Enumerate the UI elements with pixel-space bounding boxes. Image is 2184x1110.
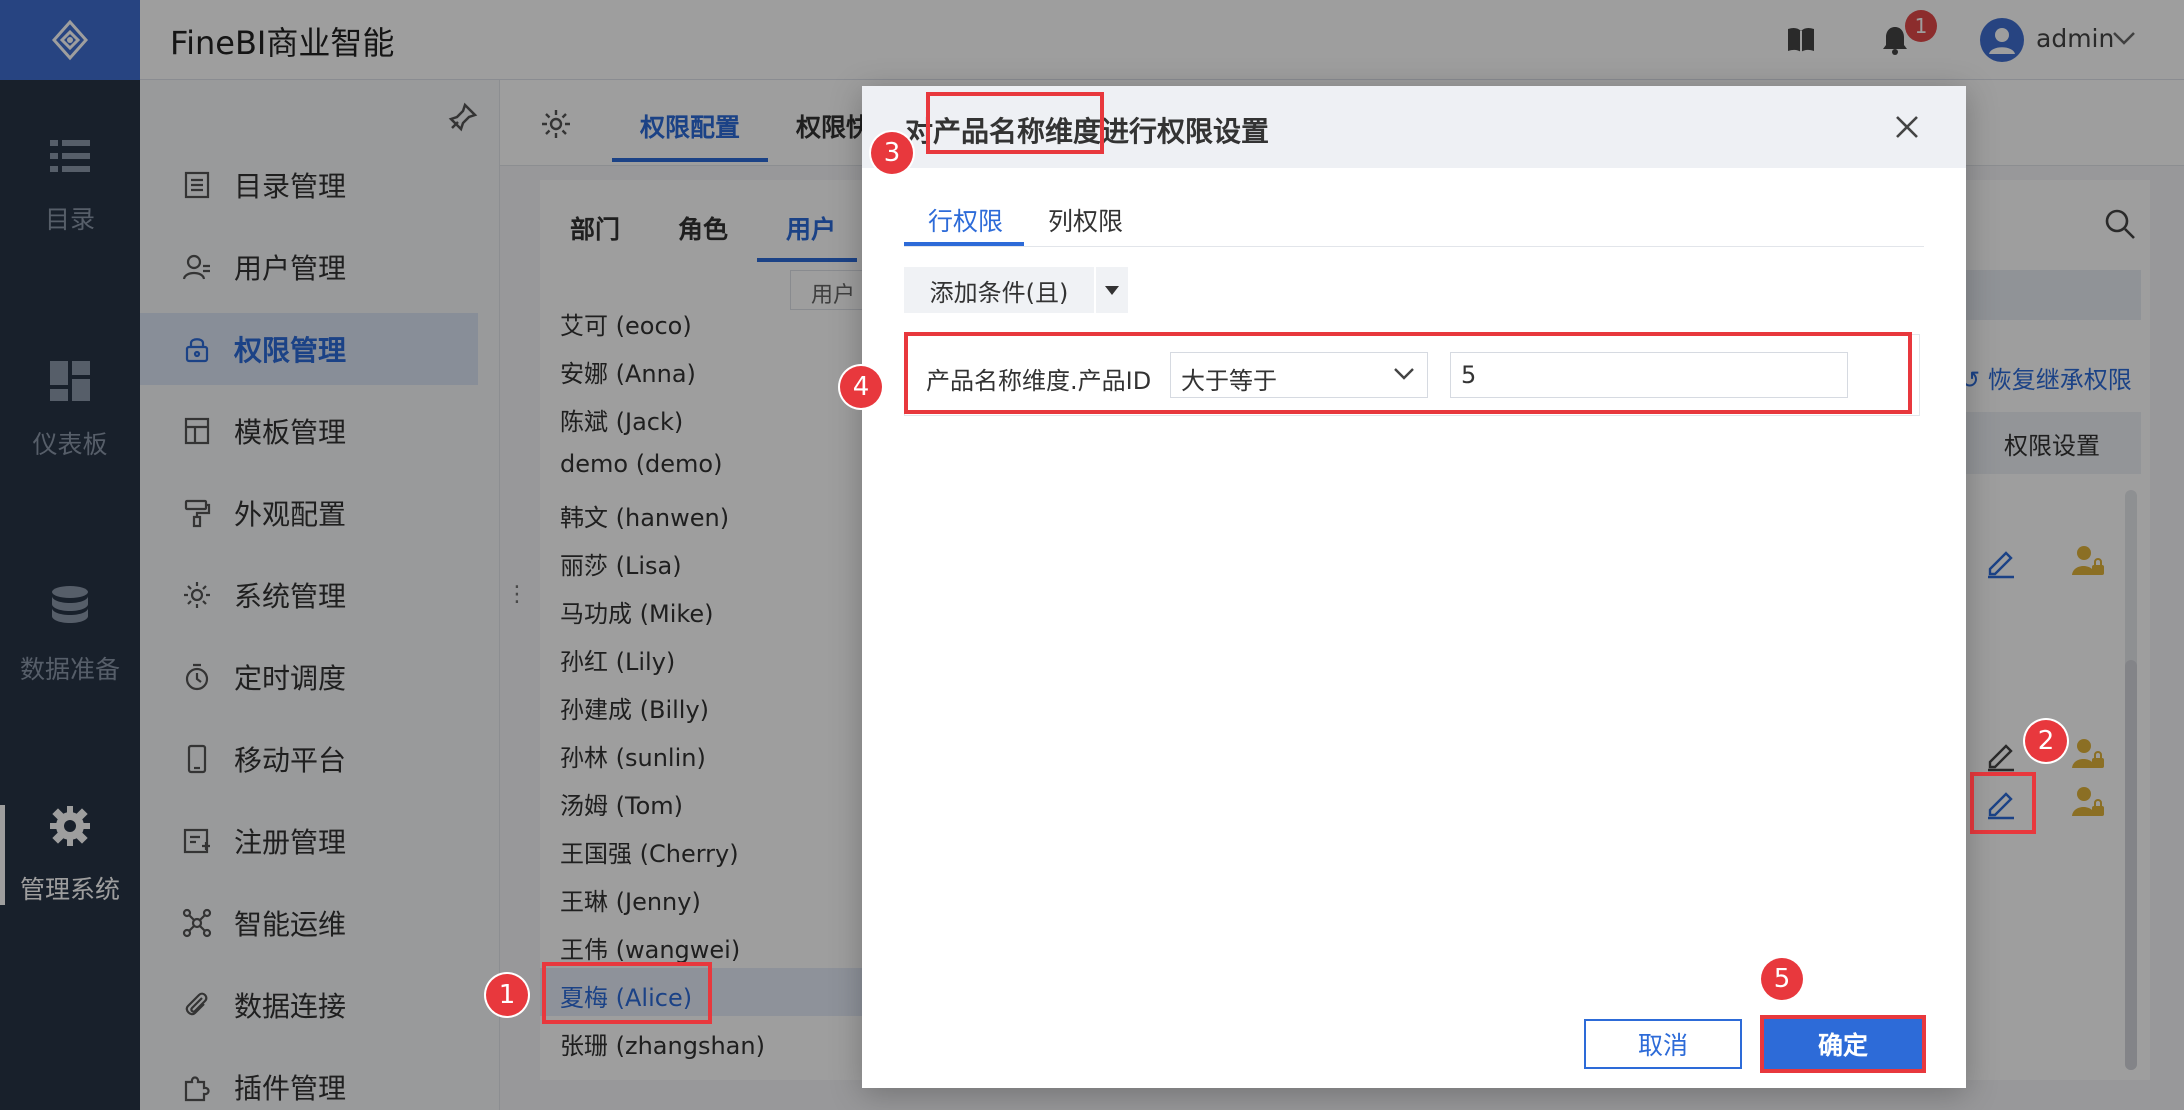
annotation-box-1 — [542, 962, 712, 1024]
add-condition-dropdown[interactable] — [1096, 267, 1128, 313]
caret-down-icon — [1105, 286, 1119, 295]
add-condition-button[interactable]: 添加条件(且) — [904, 267, 1094, 313]
tab-row-permission[interactable]: 行权限 — [928, 202, 1003, 238]
tab-column-permission[interactable]: 列权限 — [1048, 202, 1123, 238]
annotation-badge-4: 4 — [840, 366, 882, 408]
annotation-box-4 — [904, 332, 1912, 414]
annotation-badge-2: 2 — [2025, 720, 2067, 762]
annotation-badge-1: 1 — [486, 974, 528, 1016]
dialog-tab-underline — [904, 242, 1024, 246]
annotation-box-5 — [1760, 1015, 1926, 1073]
annotation-box-2 — [1970, 772, 2036, 834]
close-icon[interactable] — [1892, 112, 1922, 142]
cancel-button[interactable]: 取消 — [1584, 1019, 1742, 1069]
dialog-tab-divider — [904, 246, 1924, 247]
annotation-badge-3: 3 — [871, 132, 913, 174]
annotation-badge-5: 5 — [1761, 958, 1803, 1000]
annotation-box-3 — [926, 92, 1104, 154]
permission-dialog — [862, 86, 1966, 1088]
